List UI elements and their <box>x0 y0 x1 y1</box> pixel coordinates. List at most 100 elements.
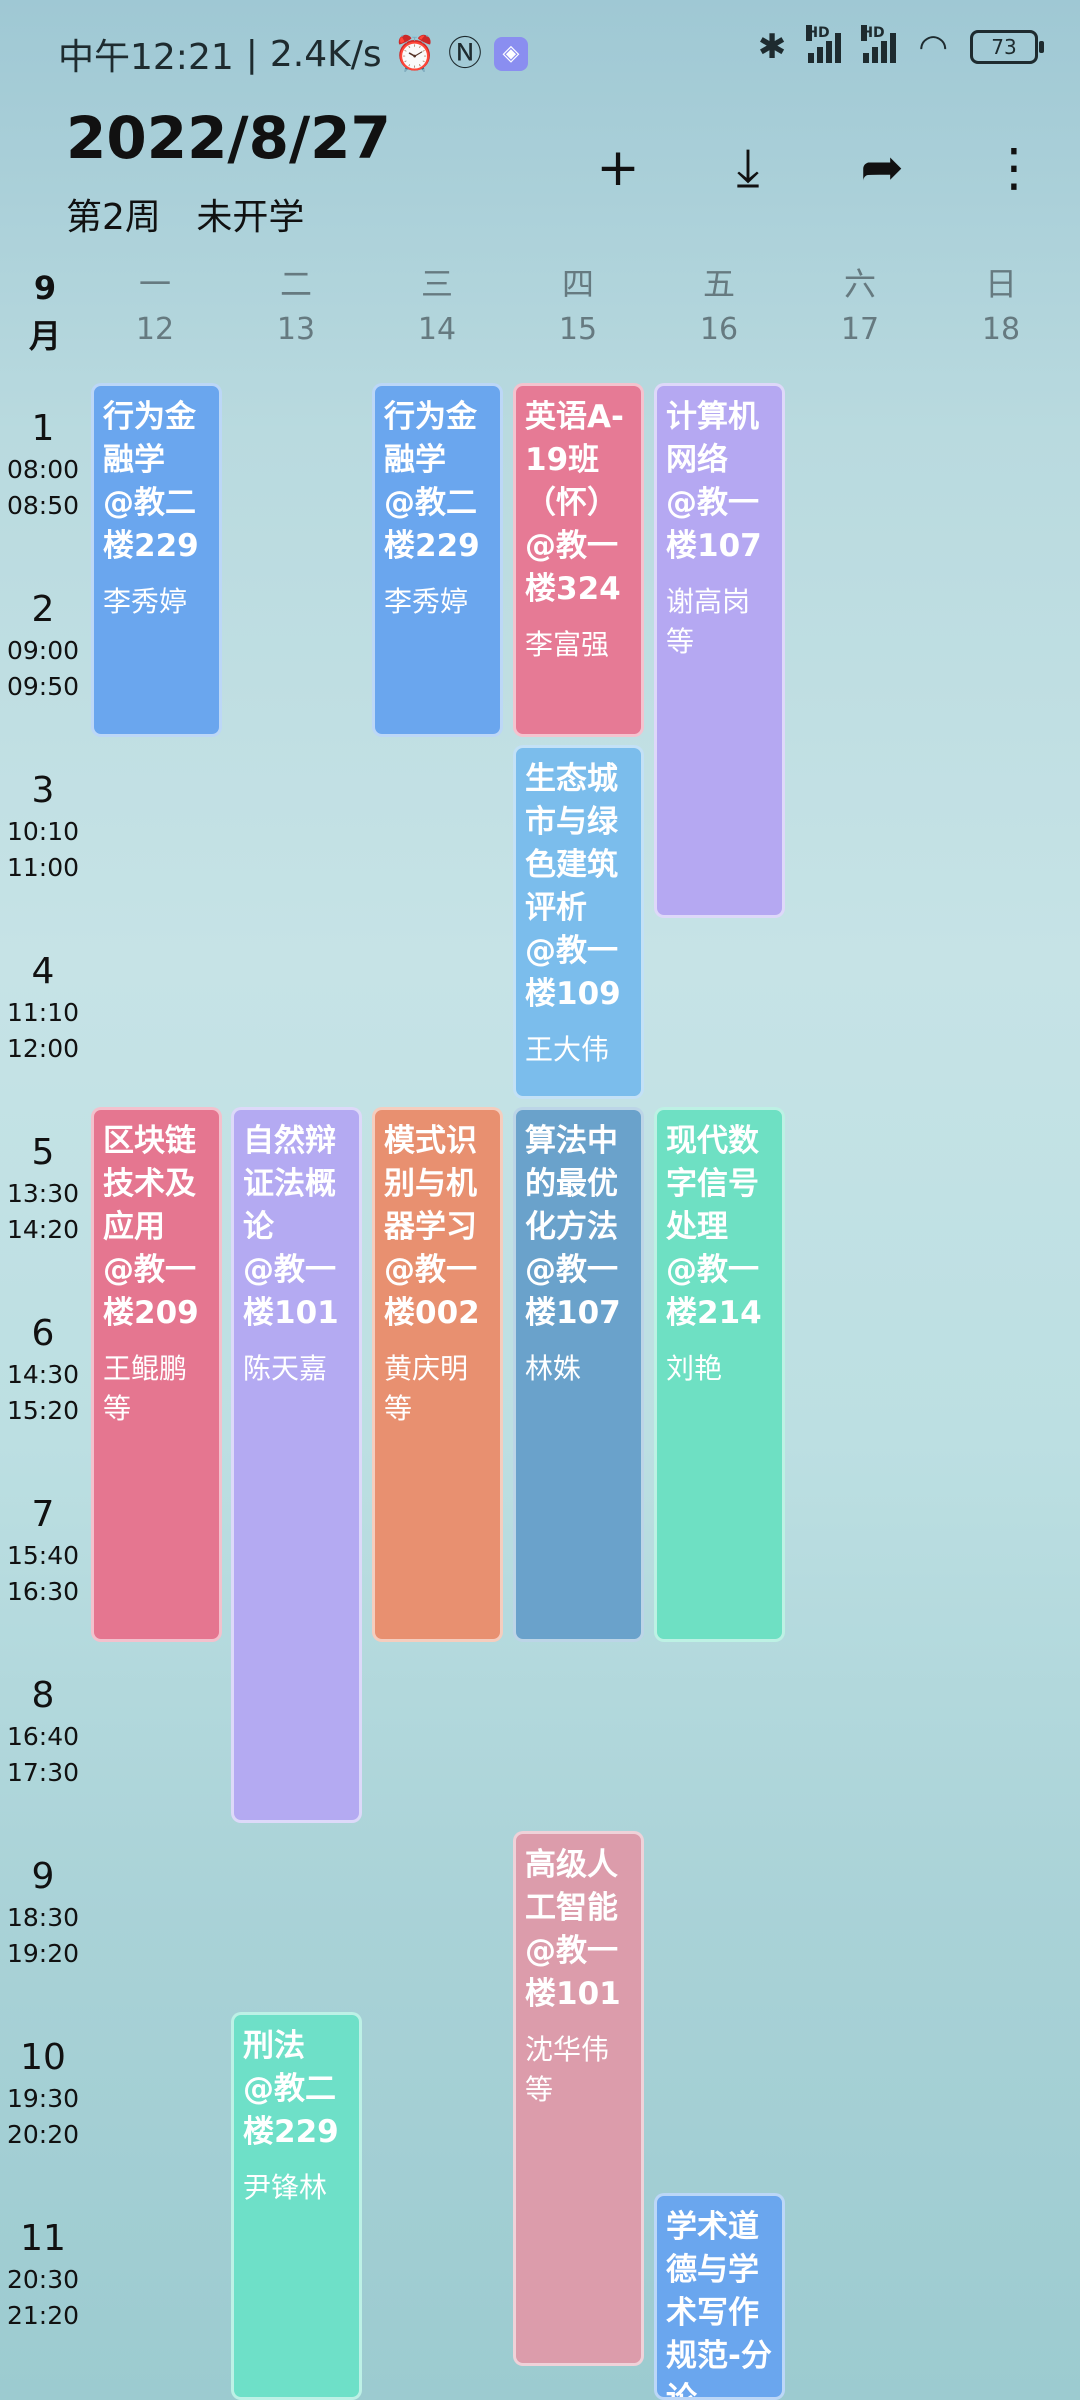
status-time: 中午12:21 <box>58 37 234 78</box>
weekday-label: 六 <box>843 265 876 303</box>
course-location: @教一楼002 <box>384 1252 480 1331</box>
course-location: @教一楼101 <box>243 1252 339 1331</box>
period-10: 10 19:30 20:20 <box>6 2037 80 2149</box>
course-teacher: 黄庆明等 <box>384 1352 469 1425</box>
course-teacher: 王大伟 <box>525 1033 610 1066</box>
course-name: 自然辩证法概论 <box>243 1123 336 1245</box>
course-teacher: 王鲲鹏等 <box>103 1352 188 1425</box>
network-speed: 2.4K/s <box>269 33 382 75</box>
weekday-label: 三 <box>420 265 453 303</box>
day-header-sat: 六 17 <box>795 262 925 354</box>
course-teacher: 谢高岗等 <box>666 585 751 658</box>
course-card[interactable]: 学术道德与学术写作规范-分论 <box>654 2193 785 2400</box>
course-location: @教一楼107 <box>525 1252 621 1331</box>
course-name: 现代数字信号处理 <box>666 1123 759 1245</box>
course-card[interactable]: 行为金融学 @教二楼229 李秀婷 <box>91 383 222 737</box>
date-label: 16 <box>699 312 739 347</box>
course-card[interactable]: 现代数字信号处理 @教一楼214 刘艳 <box>654 1107 785 1642</box>
week-number: 第2周 <box>66 197 161 238</box>
course-teacher: 刘艳 <box>666 1352 723 1385</box>
bluetooth-icon: ✱ <box>757 27 787 67</box>
course-teacher: 陈天嘉 <box>243 1352 328 1385</box>
day-header-fri: 五 16 <box>654 262 784 354</box>
more-icon[interactable]: ⋮ <box>984 138 1044 198</box>
day-header-thu: 四 15 <box>513 262 643 354</box>
course-name: 行为金融学 <box>384 399 477 478</box>
course-card[interactable]: 计算机网络 @教一楼107 谢高岗等 <box>654 383 785 918</box>
nfc-icon: Ⓝ <box>447 34 482 74</box>
course-card[interactable]: 自然辩证法概论 @教一楼101 陈天嘉 <box>231 1107 362 1823</box>
status-divider: | <box>245 33 258 75</box>
course-card[interactable]: 模式识别与机器学习 @教一楼002 黄庆明等 <box>372 1107 503 1642</box>
date-label: 15 <box>558 312 598 347</box>
course-card[interactable]: 生态城市与绿色建筑评析 @教一楼109 王大伟 <box>513 745 644 1099</box>
day-header-mon: 一 12 <box>90 262 220 354</box>
weekday-label: 五 <box>702 265 735 303</box>
status-left: 中午12:21 | 2.4K/s ⏰ Ⓝ ◈ <box>58 28 528 80</box>
course-teacher: 李富强 <box>525 628 610 661</box>
add-icon[interactable]: + <box>588 138 648 198</box>
month-number: 9 <box>33 269 57 307</box>
period-9: 9 18:30 19:20 <box>6 1856 80 1968</box>
status-right: ✱ HD HD ◠ 73 <box>757 25 1044 67</box>
battery-icon: 73 <box>970 30 1044 64</box>
course-name: 英语A-19班（怀） <box>525 399 624 521</box>
period-11: 11 20:30 21:20 <box>6 2218 80 2330</box>
period-7: 7 15:40 16:30 <box>6 1494 80 1606</box>
course-card[interactable]: 区块链技术及应用 @教一楼209 王鲲鹏等 <box>91 1107 222 1642</box>
month-unit: 月 <box>28 317 61 355</box>
course-name: 算法中的最优化方法 <box>525 1123 618 1245</box>
course-location: @教一楼107 <box>666 485 762 564</box>
date-label: 17 <box>840 312 880 347</box>
course-name: 生态城市与绿色建筑评析 <box>525 761 618 926</box>
signal-icon-1: HD <box>806 25 842 63</box>
course-location: @教二楼229 <box>384 485 480 564</box>
period-6: 6 14:30 15:20 <box>6 1313 80 1425</box>
course-teacher: 李秀婷 <box>103 585 188 618</box>
course-location: @教二楼229 <box>103 485 199 564</box>
course-card[interactable]: 英语A-19班（怀） @教一楼324 李富强 <box>513 383 644 737</box>
course-teacher: 李秀婷 <box>384 585 469 618</box>
course-card[interactable]: 行为金融学 @教二楼229 李秀婷 <box>372 383 503 737</box>
month-label: 9 月 <box>22 264 68 360</box>
course-card[interactable]: 算法中的最优化方法 @教一楼107 林姝 <box>513 1107 644 1642</box>
status-bar: 中午12:21 | 2.4K/s ⏰ Ⓝ ◈ ✱ HD HD ◠ 73 <box>0 0 1080 100</box>
course-card[interactable]: 刑法 @教二楼229 尹锋林 <box>231 2012 362 2400</box>
period-1: 1 08:00 08:50 <box>6 408 80 520</box>
day-header-sun: 日 18 <box>936 262 1066 354</box>
course-name: 模式识别与机器学习 <box>384 1123 477 1245</box>
date-label: 12 <box>135 312 175 347</box>
course-teacher: 尹锋林 <box>243 2171 328 2204</box>
course-teacher: 沈华伟等 <box>525 2033 610 2106</box>
course-location: @教一楼324 <box>525 528 621 607</box>
date-label: 18 <box>981 312 1021 347</box>
date-label: 13 <box>276 312 316 347</box>
term-status: 未开学 <box>196 197 305 238</box>
weekday-label: 日 <box>984 265 1017 303</box>
course-name: 行为金融学 <box>103 399 196 478</box>
period-8: 8 16:40 17:30 <box>6 1675 80 1787</box>
course-name: 区块链技术及应用 <box>103 1123 196 1245</box>
course-location: @教一楼214 <box>666 1252 762 1331</box>
course-name: 学术道德与学术写作规范-分论 <box>666 2209 772 2400</box>
app-notification-icon: ◈ <box>493 37 528 71</box>
course-card[interactable]: 高级人工智能 @教一楼101 沈华伟等 <box>513 1831 644 2366</box>
week-info: 第2周 未开学 <box>66 188 328 240</box>
course-location: @教二楼229 <box>243 2071 339 2150</box>
course-location: @教一楼109 <box>525 933 621 1012</box>
course-name: 高级人工智能 <box>525 1847 618 1926</box>
course-name: 刑法 <box>243 2028 305 2064</box>
date-label: 14 <box>417 312 457 347</box>
day-header-tue: 二 13 <box>231 262 361 354</box>
signal-icon-2: HD <box>861 25 897 63</box>
download-icon[interactable]: ⤓ <box>718 138 778 198</box>
period-5: 5 13:30 14:20 <box>6 1132 80 1244</box>
share-icon[interactable]: ➦ <box>852 138 912 198</box>
page-title: 2022/8/27 <box>66 104 391 172</box>
weekday-label: 四 <box>561 265 594 303</box>
period-3: 3 10:10 11:00 <box>6 770 80 882</box>
course-location: @教一楼101 <box>525 1933 621 2012</box>
period-2: 2 09:00 09:50 <box>6 589 80 701</box>
alarm-icon: ⏰ <box>393 34 436 74</box>
course-name: 计算机网络 <box>666 399 759 478</box>
